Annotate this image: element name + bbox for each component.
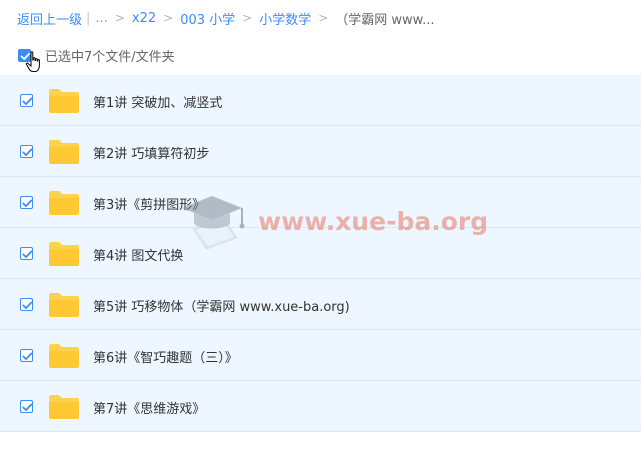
list-item[interactable]: 第5讲 巧移物体（学霸网 www.xue-ba.org) — [0, 279, 641, 330]
file-name[interactable]: 第4讲 图文代换 — [93, 245, 183, 264]
selection-count-label: 已选中7个文件/文件夹 — [45, 49, 175, 65]
back-link[interactable]: 返回上一级 — [17, 9, 82, 28]
breadcrumb-ellipsis[interactable]: ... — [95, 11, 107, 26]
check-icon — [22, 352, 33, 360]
folder-icon — [49, 344, 79, 368]
breadcrumb-item-003[interactable]: 003 小学 — [180, 9, 235, 28]
file-name[interactable]: 第2讲 巧填算符初步 — [93, 143, 209, 162]
row-checkbox[interactable] — [20, 349, 33, 362]
check-icon — [22, 403, 33, 411]
row-checkbox[interactable] — [20, 400, 33, 413]
folder-icon — [49, 89, 79, 113]
check-icon — [22, 301, 33, 309]
breadcrumb-item-x22[interactable]: x22 — [132, 11, 156, 26]
breadcrumb-arrow: > — [318, 11, 329, 25]
check-icon — [22, 199, 33, 207]
file-name[interactable]: 第3讲《剪拼图形》 — [93, 194, 205, 213]
row-checkbox[interactable] — [20, 247, 33, 260]
breadcrumb-divider: | — [86, 10, 91, 26]
breadcrumb-arrow: > — [242, 11, 253, 25]
breadcrumb-item-math[interactable]: 小学数学 — [259, 9, 311, 28]
list-item[interactable]: 第1讲 突破加、减竖式 — [0, 75, 641, 126]
list-item[interactable]: 第3讲《剪拼图形》 — [0, 177, 641, 228]
check-icon — [20, 52, 31, 60]
folder-icon — [49, 395, 79, 419]
file-name[interactable]: 第6讲《智巧趣题（三）》 — [93, 347, 238, 366]
list-item[interactable]: 第4讲 图文代换 — [0, 228, 641, 279]
breadcrumb-arrow: > — [114, 11, 125, 25]
selection-bar: 已选中7个文件/文件夹 — [18, 45, 175, 65]
check-icon — [22, 97, 33, 105]
row-checkbox[interactable] — [20, 94, 33, 107]
breadcrumb: 返回上一级 | ... > x22 > 003 小学 > 小学数学 > （学霸网… — [17, 9, 435, 28]
folder-icon — [49, 242, 79, 266]
file-list: 第1讲 突破加、减竖式 第2讲 巧填算符初步 第3讲《剪拼图形》 第4讲 图文代… — [0, 75, 641, 432]
list-item[interactable]: 第2讲 巧填算符初步 — [0, 126, 641, 177]
file-name[interactable]: 第7讲《思维游戏》 — [93, 398, 205, 417]
list-item[interactable]: 第7讲《思维游戏》 — [0, 381, 641, 432]
file-name[interactable]: 第1讲 突破加、减竖式 — [93, 92, 222, 111]
select-all-checkbox[interactable] — [18, 48, 31, 62]
check-icon — [22, 250, 33, 258]
list-item[interactable]: 第6讲《智巧趣题（三）》 — [0, 330, 641, 381]
row-checkbox[interactable] — [20, 298, 33, 311]
breadcrumb-arrow: > — [163, 11, 174, 25]
breadcrumb-current: （学霸网 www... — [335, 12, 435, 28]
file-name[interactable]: 第5讲 巧移物体（学霸网 www.xue-ba.org) — [93, 296, 350, 315]
check-icon — [22, 148, 33, 156]
row-checkbox[interactable] — [20, 145, 33, 158]
folder-icon — [49, 191, 79, 215]
row-checkbox[interactable] — [20, 196, 33, 209]
folder-icon — [49, 293, 79, 317]
folder-icon — [49, 140, 79, 164]
